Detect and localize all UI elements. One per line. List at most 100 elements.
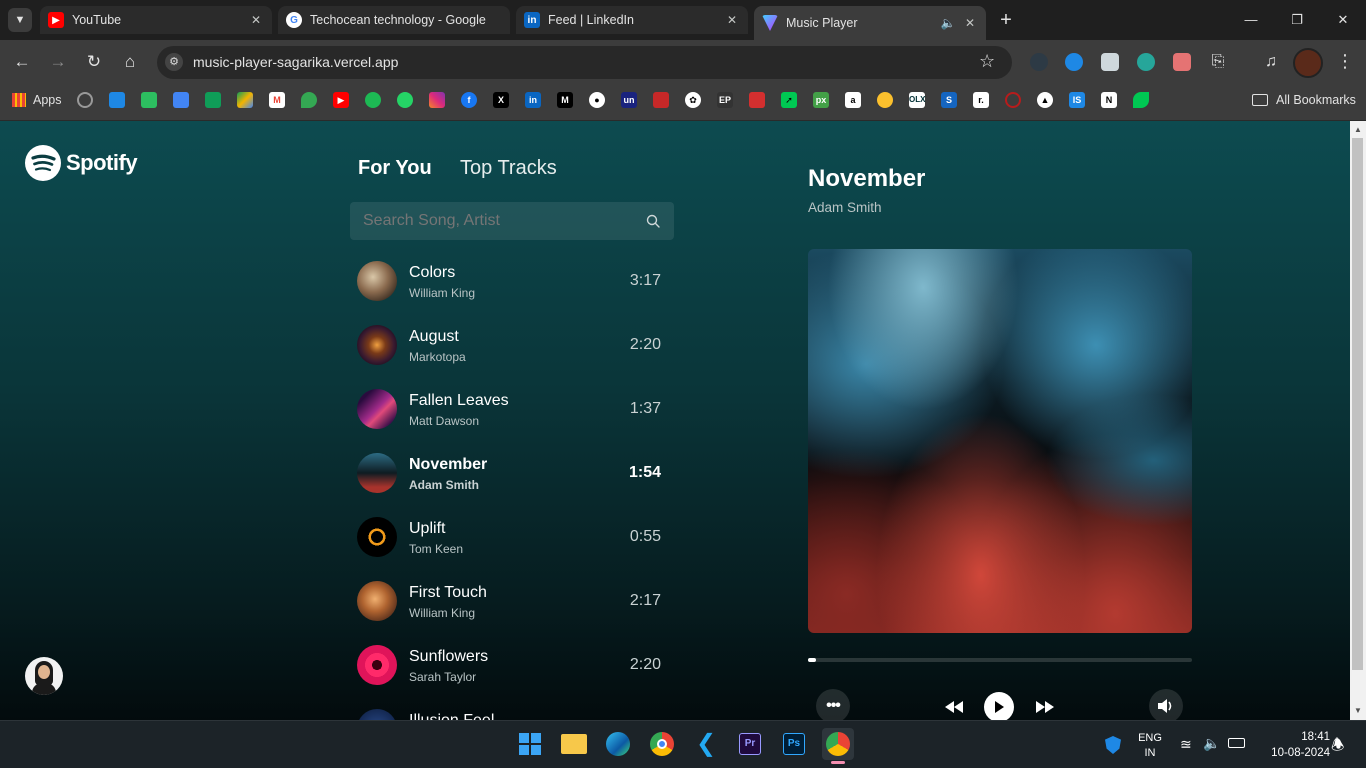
next-button[interactable] [1031, 693, 1059, 720]
bookmark-px-icon[interactable]: px [813, 92, 829, 108]
list-item[interactable]: Uplift Tom Keen 0:55 [357, 517, 667, 557]
bookmark-gmail-icon[interactable]: M [269, 92, 285, 108]
reload-button[interactable]: ↻ [82, 50, 106, 74]
bookmark-chatgpt-icon[interactable]: ✿ [685, 92, 701, 108]
bookmark-x-icon[interactable]: X [493, 92, 509, 108]
list-item-current[interactable]: November Adam Smith 1:54 [357, 453, 667, 493]
close-icon[interactable]: ✕ [962, 15, 978, 31]
scroll-thumb[interactable] [1352, 138, 1363, 670]
bookmark-notion-icon[interactable]: N [1101, 92, 1117, 108]
list-item[interactable]: Fallen Leaves Matt Dawson 1:37 [357, 389, 667, 429]
bookmark-leaf-icon[interactable] [1133, 92, 1149, 108]
tab-music-player[interactable]: Music Player 🔈 ✕ [754, 6, 986, 40]
bookmark-vercel-icon[interactable]: ▲ [1037, 92, 1053, 108]
close-window-button[interactable]: ✕ [1328, 8, 1358, 32]
bookmark-evernote-icon[interactable] [141, 92, 157, 108]
notification-bell-icon[interactable]: 🕭 [1331, 735, 1344, 760]
language-indicator[interactable]: ENG IN [1138, 731, 1162, 761]
bookmark-ring-icon[interactable] [77, 92, 93, 108]
clock[interactable]: 18:41 10-08-2024 [1254, 729, 1330, 761]
color-picker-icon[interactable] [1137, 53, 1155, 71]
battery-icon[interactable] [1228, 738, 1245, 748]
close-icon[interactable]: ✕ [724, 12, 740, 28]
bookmark-instagram-icon[interactable] [429, 92, 445, 108]
bookmark-is-icon[interactable]: IS [1069, 92, 1085, 108]
spotify-logo[interactable]: Spotify [25, 145, 138, 181]
list-item[interactable]: Colors William King 3:17 [357, 261, 667, 301]
extension-icon[interactable] [1101, 53, 1119, 71]
tab-youtube[interactable]: ▶ YouTube ✕ [40, 6, 272, 34]
photoshop-icon[interactable]: Ps [778, 728, 810, 760]
bookmark-amazon-icon[interactable]: a [845, 92, 861, 108]
back-button[interactable]: ← [10, 50, 34, 74]
search-icon[interactable] [646, 214, 660, 228]
react-devtools-icon[interactable] [1030, 53, 1048, 71]
bookmark-facebook-icon[interactable]: f [461, 92, 477, 108]
wifi-icon[interactable]: ≊ [1180, 736, 1192, 753]
bookmark-unstop-icon[interactable]: un [621, 92, 637, 108]
print-icon[interactable] [1173, 53, 1191, 71]
bookmark-a-icon[interactable] [749, 92, 765, 108]
previous-button[interactable] [940, 693, 968, 720]
speaker-icon[interactable]: 🔈 [1203, 735, 1220, 752]
list-item[interactable]: Sunflowers Sarah Taylor 2:20 [357, 645, 667, 685]
progress-bar[interactable] [808, 658, 1192, 662]
tab-top-tracks[interactable]: Top Tracks [460, 157, 557, 180]
bookmark-star-icon[interactable]: ☆ [979, 51, 995, 72]
tab-for-you[interactable]: For You [358, 157, 432, 180]
volume-button[interactable] [1149, 689, 1183, 720]
vscode-icon[interactable]: ❮ [690, 728, 722, 760]
screen-recorder-icon[interactable] [1065, 53, 1083, 71]
media-control-icon[interactable]: ♫ [1262, 53, 1280, 71]
chrome-icon[interactable] [646, 728, 678, 760]
bookmark-youtube-icon[interactable]: ▶ [333, 92, 349, 108]
menu-kebab-icon[interactable]: ⋮ [1336, 51, 1354, 72]
bookmark-spotify-icon[interactable] [365, 92, 381, 108]
start-icon[interactable] [514, 728, 546, 760]
chrome-profile-icon[interactable] [822, 728, 854, 760]
bookmark-linkedin-icon[interactable]: in [525, 92, 541, 108]
scroll-down-arrow[interactable]: ▼ [1354, 706, 1362, 715]
tab-linkedin[interactable]: in Feed | LinkedIn ✕ [516, 6, 748, 34]
bookmark-docs-icon[interactable] [173, 92, 189, 108]
bookmark-s-icon[interactable]: S [941, 92, 957, 108]
bookmark-github-icon[interactable]: ● [589, 92, 605, 108]
bookmark-sheets-icon[interactable] [205, 92, 221, 108]
site-info-icon[interactable]: ⚙ [165, 53, 183, 71]
bookmark-maps-icon[interactable] [301, 92, 317, 108]
bookmark-red-icon[interactable] [1005, 92, 1021, 108]
profile-avatar[interactable] [1293, 48, 1323, 78]
close-icon[interactable]: ✕ [248, 12, 264, 28]
list-item[interactable]: First Touch William King 2:17 [357, 581, 667, 621]
home-button[interactable]: ⌂ [118, 50, 142, 74]
audio-playing-icon[interactable]: 🔈 [940, 15, 956, 31]
bookmark-drive-icon[interactable] [237, 92, 253, 108]
bookmark-olx-icon[interactable]: OLX [909, 92, 925, 108]
search-box[interactable] [350, 202, 674, 240]
bookmark-medium-icon[interactable]: M [557, 92, 573, 108]
new-tab-button[interactable]: + [994, 8, 1018, 32]
play-button[interactable] [984, 692, 1014, 720]
file-explorer-icon[interactable] [558, 728, 590, 760]
minimize-button[interactable]: — [1236, 8, 1266, 32]
premiere-pro-icon[interactable]: Pr [734, 728, 766, 760]
user-avatar[interactable] [25, 657, 63, 695]
bookmark-teams-icon[interactable] [109, 92, 125, 108]
all-bookmarks[interactable]: All Bookmarks [1252, 91, 1356, 109]
apps-shortcut[interactable]: Apps [12, 91, 62, 109]
bookmark-whatsapp-icon[interactable] [397, 92, 413, 108]
tab-google[interactable]: G Techocean technology - Google ✕ [278, 6, 510, 34]
forward-button[interactable]: → [46, 50, 70, 74]
url-text[interactable]: music-player-sagarika.vercel.app [193, 54, 398, 70]
scroll-up-arrow[interactable]: ▲ [1354, 125, 1362, 134]
list-item[interactable]: August Markotopa 2:20 [357, 325, 667, 365]
bookmark-codepen-icon[interactable] [653, 92, 669, 108]
tab-search-button[interactable]: ▼ [8, 8, 32, 32]
list-item[interactable]: Illusion Feel [357, 709, 667, 720]
bookmark-r-icon[interactable]: r. [973, 92, 989, 108]
bookmark-hackerrank-icon[interactable]: ➚ [781, 92, 797, 108]
search-input[interactable] [350, 202, 640, 240]
extensions-puzzle-icon[interactable]: ⎘ [1209, 53, 1227, 71]
edge-icon[interactable] [602, 728, 634, 760]
bookmark-epic-icon[interactable]: EP [717, 92, 733, 108]
